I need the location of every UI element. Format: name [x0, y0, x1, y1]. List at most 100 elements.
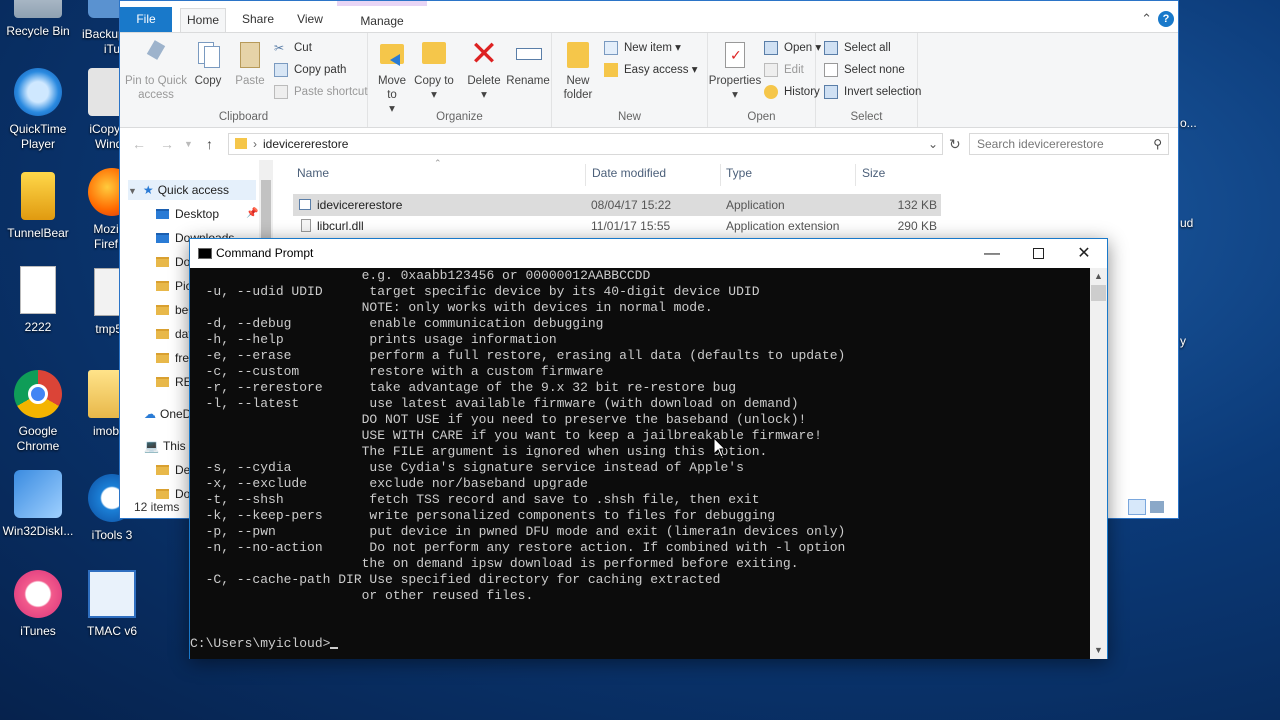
nav-quick-access[interactable]: ▼ ★ Quick access [128, 180, 256, 200]
back-icon[interactable]: ← [132, 136, 146, 152]
cmd-title-bar[interactable]: Command Prompt — ✕ [190, 239, 1107, 268]
rename-button[interactable]: Rename [506, 38, 550, 88]
column-header-name[interactable]: Name [297, 166, 329, 180]
paste-button[interactable]: Paste [230, 38, 270, 88]
open-group: ✓ Properties ▾ Open ▾ Edit History Open [708, 33, 821, 127]
column-header-type[interactable]: Type [726, 166, 752, 180]
column-header-size[interactable]: Size [862, 166, 885, 180]
console-line: -p, --pwn put device in pwned DFU mode a… [190, 524, 846, 539]
disk-imager-icon [14, 470, 62, 518]
address-dropdown-icon[interactable]: ⌄ [928, 137, 938, 151]
copy-to-button[interactable]: Copy to ▾ [414, 38, 454, 102]
paste-shortcut-button[interactable]: Paste shortcut [274, 83, 368, 101]
console-line: NOTE: only works with devices in normal … [190, 300, 713, 315]
delete-icon: ✕ [469, 35, 499, 73]
desktop-icon-tmac[interactable]: TMAC v6 [74, 570, 150, 639]
scroll-down-icon[interactable]: ▼ [1090, 642, 1107, 659]
sort-arrow-icon: ⌃ [434, 158, 442, 168]
application-tools-bar [337, 1, 427, 6]
tab-manage[interactable]: Manage [337, 10, 427, 34]
collapse-ribbon-icon[interactable]: ⌃ [1141, 11, 1152, 27]
tab-share[interactable]: Share [238, 8, 278, 32]
delete-button[interactable]: ✕ Delete ▾ [464, 35, 504, 102]
select-all-icon [824, 41, 838, 55]
scissors-icon: ✂ [274, 41, 285, 55]
invert-selection-icon [824, 85, 838, 99]
console-scrollbar[interactable]: ▲ ▼ [1090, 268, 1107, 659]
refresh-icon[interactable]: ↻ [949, 136, 961, 153]
recent-locations-icon[interactable]: ▼ [184, 139, 193, 149]
text-file-icon [20, 266, 56, 314]
address-bar[interactable]: › idevicererestore ⌄ [228, 133, 943, 155]
properties-button[interactable]: ✓ Properties ▾ [708, 38, 762, 102]
file-row[interactable]: idevicererestore 08/04/17 15:22 Applicat… [293, 194, 941, 216]
ribbon: Pin to Quick access Copy Paste ✂ Cut Copy… [120, 32, 1178, 128]
maximize-button[interactable] [1015, 239, 1061, 268]
address-path: idevicererestore [263, 137, 349, 151]
cmd-window-title: Command Prompt [216, 246, 314, 260]
move-to-button[interactable]: Move to ▾ [372, 38, 412, 116]
select-none-button[interactable]: Select none [824, 61, 905, 79]
cmd-app-icon [198, 248, 212, 259]
console-output[interactable]: e.g. 0xaabb123456 or 00000012AABBCCDD -u… [190, 268, 1090, 659]
console-line: -l, --latest use latest available firmwa… [190, 396, 799, 411]
desktop-fragment: y [1180, 334, 1186, 348]
up-icon[interactable]: ↑ [206, 136, 213, 152]
folder-icon [235, 138, 247, 149]
minimize-button[interactable]: — [969, 239, 1015, 268]
properties-icon: ✓ [719, 38, 751, 70]
desktop-icon-tunnelbear[interactable]: TunnelBear [0, 172, 76, 241]
command-prompt-line[interactable]: C:\Users\myicloud> [190, 636, 339, 652]
tab-home[interactable]: Home [180, 8, 226, 32]
forward-icon[interactable]: → [160, 136, 174, 152]
desktop-icon-chrome[interactable]: Google Chrome [0, 370, 76, 454]
new-item-button[interactable]: New item ▾ [604, 39, 681, 57]
close-button[interactable]: ✕ [1061, 239, 1107, 268]
desktop-icon-quicktime[interactable]: QuickTime Player [0, 68, 76, 152]
ribbon-tab-bar: File Home Share View Manage ⌃ ? [120, 1, 1178, 32]
history-icon [764, 85, 778, 99]
application-icon [299, 199, 311, 210]
file-row[interactable]: libcurl.dll 11/01/17 15:55 Application e… [293, 215, 941, 237]
desktop-icon-itunes[interactable]: iTunes [0, 570, 76, 639]
tab-file[interactable]: File [120, 7, 172, 32]
new-item-icon [604, 41, 618, 55]
open-button[interactable]: Open ▾ [764, 39, 821, 57]
desktop-icon-recycle-bin[interactable]: Recycle Bin [0, 0, 76, 39]
desktop-icon-2222[interactable]: 2222 [0, 266, 76, 335]
console-line: or other reused files. [190, 588, 534, 603]
tunnelbear-icon [21, 172, 55, 220]
console-line: -u, --udid UDID target specific device b… [190, 284, 760, 299]
column-header-date[interactable]: Date modified [592, 166, 666, 180]
cut-button[interactable]: ✂ Cut [274, 39, 312, 57]
paste-icon [234, 38, 266, 70]
nav-onedrive[interactable]: ☁ OneD [144, 404, 191, 424]
invert-selection-button[interactable]: Invert selection [824, 83, 921, 101]
scroll-up-icon[interactable]: ▲ [1090, 268, 1107, 285]
large-icons-view-icon[interactable] [1150, 501, 1164, 513]
select-all-button[interactable]: Select all [824, 39, 891, 57]
copy-button[interactable]: Copy [188, 38, 228, 88]
copy-to-icon [418, 38, 450, 70]
status-item-count: 12 items [134, 500, 180, 514]
console-scrollbar-thumb[interactable] [1091, 285, 1106, 301]
pin-quick-access-button[interactable]: Pin to Quick access [124, 38, 188, 102]
console-line: -C, --cache-path DIR Use specified direc… [190, 572, 721, 587]
easy-access-button[interactable]: Easy access ▾ [604, 61, 698, 79]
edit-button[interactable]: Edit [764, 61, 804, 79]
search-input[interactable]: Search idevicererestore ⚲ [969, 133, 1169, 155]
tab-view[interactable]: View [290, 8, 330, 32]
quicktime-icon [14, 68, 62, 116]
new-folder-button[interactable]: New folder [560, 38, 596, 102]
copy-path-button[interactable]: Copy path [274, 61, 346, 79]
console-line: The FILE argument is ignored when using … [190, 444, 768, 459]
edit-icon [764, 63, 778, 77]
help-icon[interactable]: ? [1158, 11, 1174, 27]
text-cursor [330, 647, 339, 649]
desktop-icon-win32diskimager[interactable]: Win32DiskI... [0, 470, 76, 539]
new-folder-icon [562, 38, 594, 70]
console-line: -n, --no-action Do not perform any resto… [190, 540, 846, 555]
nav-item[interactable]: Desktop 📌 [156, 204, 258, 224]
history-button[interactable]: History [764, 83, 820, 101]
details-view-icon[interactable] [1128, 499, 1146, 515]
